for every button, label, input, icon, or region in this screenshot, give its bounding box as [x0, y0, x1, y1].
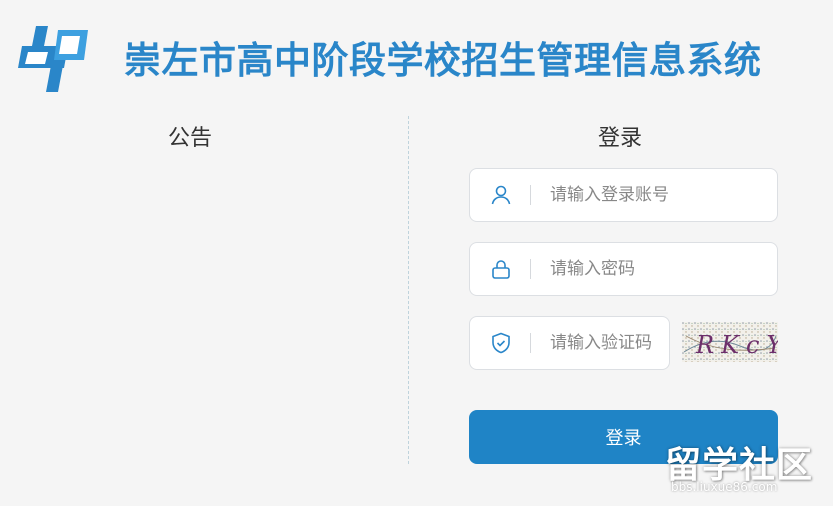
divider: [408, 116, 409, 464]
lock-icon: [492, 260, 510, 279]
login-title: 登录: [598, 126, 643, 151]
password-field[interactable]: [469, 242, 778, 296]
logo-icon: [18, 26, 88, 92]
field-separator: [530, 259, 531, 279]
captcha-text: RKcY: [695, 331, 778, 359]
captcha-input[interactable]: [550, 327, 665, 359]
notice-title: 公告: [168, 126, 213, 151]
watermark-url: bbs.liuxue86.com: [671, 480, 778, 494]
username-input[interactable]: [550, 179, 765, 211]
shield-check-icon: [492, 332, 510, 354]
site-title: 崇左市高中阶段学校招生管理信息系统: [124, 39, 762, 82]
username-field[interactable]: [469, 168, 778, 222]
watermark: 留学社区 bbs.liuxue86.com: [665, 436, 825, 498]
field-separator: [530, 185, 531, 205]
captcha-image[interactable]: RKcY: [682, 322, 778, 362]
password-input[interactable]: [550, 253, 765, 285]
user-icon: [491, 185, 511, 205]
captcha-field[interactable]: [469, 316, 670, 370]
header: 崇左市高中阶段学校招生管理信息系统: [0, 0, 833, 110]
field-separator: [530, 333, 531, 353]
